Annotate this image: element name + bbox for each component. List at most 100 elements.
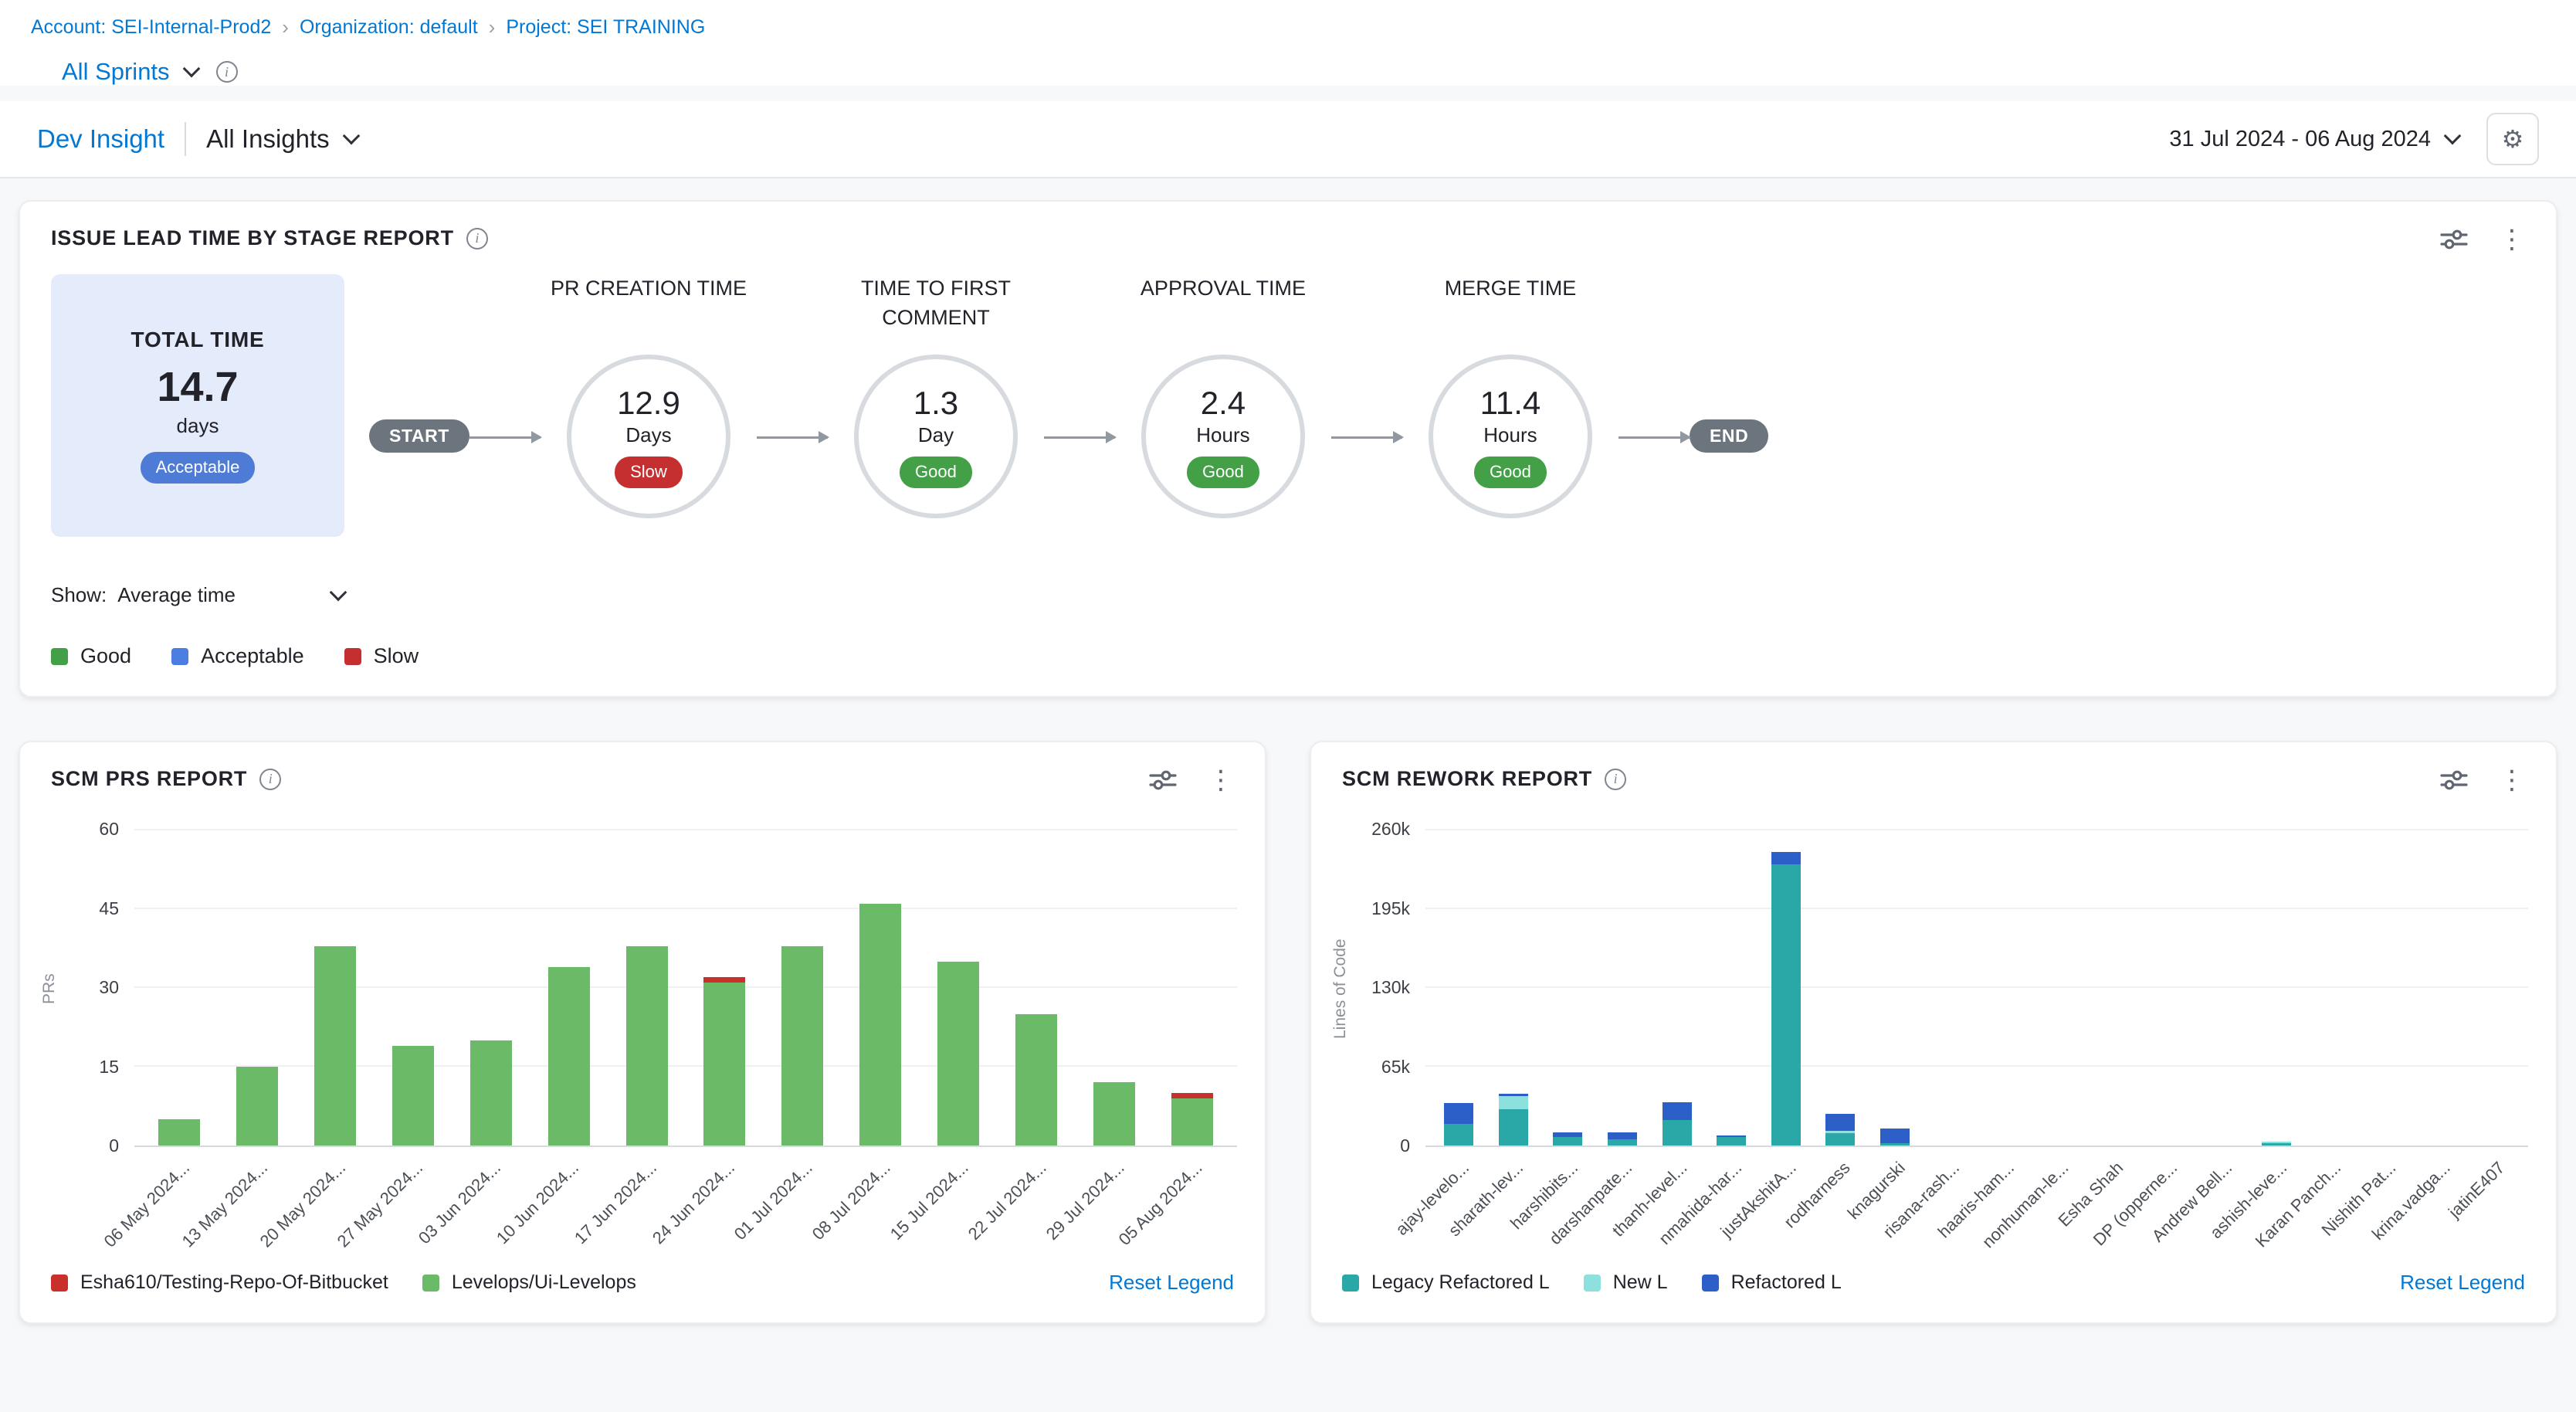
legend-item-new[interactable]: New L	[1584, 1271, 1668, 1294]
bar-segment	[1553, 1137, 1582, 1146]
bar[interactable]	[470, 830, 512, 1146]
bar[interactable]	[2425, 830, 2455, 1146]
bar-segment	[158, 1119, 200, 1146]
stage-value: 2.4	[1201, 385, 1246, 422]
bar[interactable]	[859, 830, 901, 1146]
info-icon[interactable]: i	[216, 61, 238, 83]
bar[interactable]	[548, 830, 590, 1146]
bar[interactable]	[1663, 830, 1692, 1146]
kebab-menu-icon[interactable]: ⋮	[1208, 767, 1234, 793]
bar-segment	[548, 967, 590, 1146]
breadcrumb-account-link[interactable]: Account: SEI-Internal-Prod2	[31, 16, 271, 39]
bar[interactable]	[236, 830, 278, 1146]
legend-item-levelops[interactable]: Levelops/Ui-Levelops	[422, 1271, 636, 1294]
breadcrumb-project-link[interactable]: Project: SEI TRAINING	[506, 16, 705, 39]
legend-label: Slow	[374, 644, 419, 668]
stage-circle[interactable]: 2.4 Hours Good	[1141, 355, 1305, 518]
bar[interactable]	[1880, 830, 1910, 1146]
filter-settings-icon[interactable]	[1149, 769, 1177, 791]
stage-circle[interactable]: 12.9 Days Slow	[567, 355, 730, 518]
info-icon[interactable]: i	[466, 228, 488, 249]
bars	[1425, 830, 2528, 1146]
bar[interactable]	[2153, 830, 2182, 1146]
bar-segment	[236, 1067, 278, 1146]
y-tick-label: 0	[1400, 1135, 1410, 1156]
kebab-menu-icon[interactable]: ⋮	[2499, 226, 2525, 253]
stage-unit: Hours	[1483, 423, 1537, 447]
bar[interactable]	[1771, 830, 1801, 1146]
bar[interactable]	[1935, 830, 1964, 1146]
bar[interactable]	[781, 830, 823, 1146]
bar[interactable]	[1015, 830, 1057, 1146]
bar[interactable]	[1989, 830, 2018, 1146]
info-icon[interactable]: i	[1605, 769, 1626, 790]
legend-swatch	[51, 1275, 68, 1292]
bar[interactable]	[2208, 830, 2237, 1146]
bar-segment	[470, 1040, 512, 1146]
kebab-menu-icon[interactable]: ⋮	[2499, 767, 2525, 793]
chevron-down-icon[interactable]	[2444, 127, 2462, 145]
bar[interactable]	[626, 830, 668, 1146]
legend-item-acceptable[interactable]: Acceptable	[171, 644, 304, 668]
stage-value: 1.3	[913, 385, 958, 422]
sprint-selector[interactable]: All Sprints	[62, 58, 170, 86]
bar[interactable]	[158, 830, 200, 1146]
bar[interactable]	[1171, 830, 1213, 1146]
insight-selector[interactable]: All Insights	[206, 124, 330, 154]
bar[interactable]	[2098, 830, 2127, 1146]
bar-segment	[1608, 1132, 1637, 1139]
bar-segment	[1093, 1082, 1135, 1146]
bar[interactable]	[1553, 830, 1582, 1146]
date-range-selector[interactable]: 31 Jul 2024 - 06 Aug 2024	[2169, 127, 2431, 152]
bar-segment	[1499, 1096, 1528, 1109]
bar[interactable]	[392, 830, 434, 1146]
bar[interactable]	[2480, 830, 2510, 1146]
bar-segment	[392, 1046, 434, 1146]
reset-legend-link[interactable]: Reset Legend	[1109, 1271, 1234, 1295]
bar-segment	[1717, 1137, 1746, 1146]
stage-circle[interactable]: 11.4 Hours Good	[1429, 355, 1592, 518]
total-time-label: TOTAL TIME	[131, 328, 265, 352]
bar[interactable]	[1499, 830, 1528, 1146]
legend-item-esha610[interactable]: Esha610/Testing-Repo-Of-Bitbucket	[51, 1271, 388, 1294]
show-metric-select[interactable]: Show: Average time	[51, 583, 344, 607]
chart-legend: Legacy Refactored L New L Refactored L R…	[1311, 1271, 2556, 1316]
y-axis-title: PRs	[36, 830, 63, 1147]
bar[interactable]	[2317, 830, 2346, 1146]
bar[interactable]	[2371, 830, 2400, 1146]
legend-item-good[interactable]: Good	[51, 644, 131, 668]
filter-settings-icon[interactable]	[2440, 229, 2468, 250]
flow-arrow-icon	[757, 436, 828, 439]
x-axis: 06 May 2024...13 May 2024...20 May 2024.…	[134, 1147, 1237, 1271]
dev-insight-link[interactable]: Dev Insight	[37, 124, 164, 154]
bar[interactable]	[1608, 830, 1637, 1146]
stage-time-to-first-comment: TIME TO FIRST COMMENT 1.3 Day Good	[828, 274, 1044, 518]
bar[interactable]	[1444, 830, 1473, 1146]
chevron-down-icon[interactable]	[342, 127, 360, 145]
stage-circle[interactable]: 1.3 Day Good	[854, 355, 1018, 518]
bar[interactable]	[2262, 830, 2291, 1146]
bar-segment	[1444, 1124, 1473, 1146]
flow-arrow-icon	[1618, 436, 1690, 439]
y-tick-label: 65k	[1381, 1057, 1410, 1078]
reset-legend-link[interactable]: Reset Legend	[2400, 1271, 2525, 1295]
legend-item-legacy-refactored[interactable]: Legacy Refactored L	[1342, 1271, 1550, 1294]
bar[interactable]	[314, 830, 356, 1146]
bar[interactable]	[1717, 830, 1746, 1146]
filter-settings-icon[interactable]	[2440, 769, 2468, 791]
stage-approval-time: APPROVAL TIME 2.4 Hours Good	[1115, 274, 1331, 518]
bar[interactable]	[1093, 830, 1135, 1146]
bar[interactable]	[703, 830, 745, 1146]
settings-gear-button[interactable]: ⚙	[2486, 113, 2539, 165]
chevron-down-icon[interactable]	[182, 60, 200, 78]
end-badge: END	[1690, 419, 1768, 453]
bar[interactable]	[937, 830, 979, 1146]
bar[interactable]	[2044, 830, 2073, 1146]
legend-item-slow[interactable]: Slow	[344, 644, 419, 668]
breadcrumb-separator-icon: ›	[489, 15, 496, 39]
legend-item-refactored[interactable]: Refactored L	[1702, 1271, 1842, 1294]
bar[interactable]	[1825, 830, 1855, 1146]
breadcrumb-organization-link[interactable]: Organization: default	[300, 16, 478, 39]
info-icon[interactable]: i	[259, 769, 281, 790]
stage-value: 11.4	[1480, 385, 1541, 422]
